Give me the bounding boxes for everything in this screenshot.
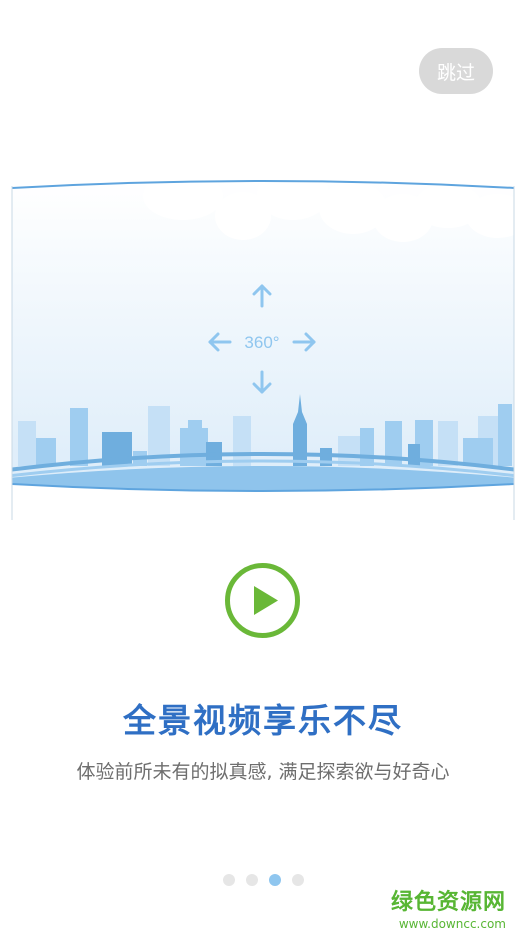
panorama-illustration: 360° <box>8 176 518 526</box>
play-icon <box>225 563 300 638</box>
skip-button[interactable]: 跳过 <box>419 48 493 94</box>
watermark: 绿色资源网 www.downcc.com <box>391 884 506 931</box>
rotation-label: 360° <box>244 333 279 352</box>
page-dot-active[interactable] <box>268 874 281 886</box>
watermark-url: www.downcc.com <box>398 917 506 931</box>
page-dot[interactable] <box>222 874 235 886</box>
watermark-name: 绿色资源网 <box>390 890 506 915</box>
play-button[interactable] <box>224 562 301 639</box>
page-dot[interactable] <box>245 874 258 886</box>
page-dot[interactable] <box>291 874 304 886</box>
onboarding-subtitle: 体验前所未有的拟真感, 满足探索欲与好奇心 <box>76 761 450 783</box>
onboarding-title: 全景视频享乐不尽 <box>123 701 403 740</box>
